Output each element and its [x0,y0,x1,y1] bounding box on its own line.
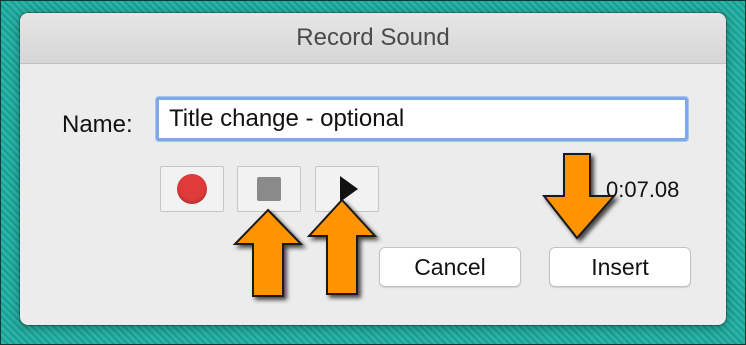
cancel-button[interactable]: Cancel [379,247,521,287]
dialog-title: Record Sound [296,24,450,51]
stop-icon [257,177,281,201]
record-icon [177,174,207,204]
name-input[interactable] [156,97,688,141]
insert-button[interactable]: Insert [549,247,691,287]
record-button[interactable] [160,166,224,212]
name-label: Name: [62,111,133,138]
annotation-arrow-down-insert [541,153,617,240]
dialog-titlebar: Record Sound [20,13,726,64]
stop-button[interactable] [237,166,301,212]
elapsed-time: 0:07.08 [606,177,680,202]
annotation-arrow-up-play [306,198,378,295]
annotation-arrow-up-stop [232,208,304,297]
